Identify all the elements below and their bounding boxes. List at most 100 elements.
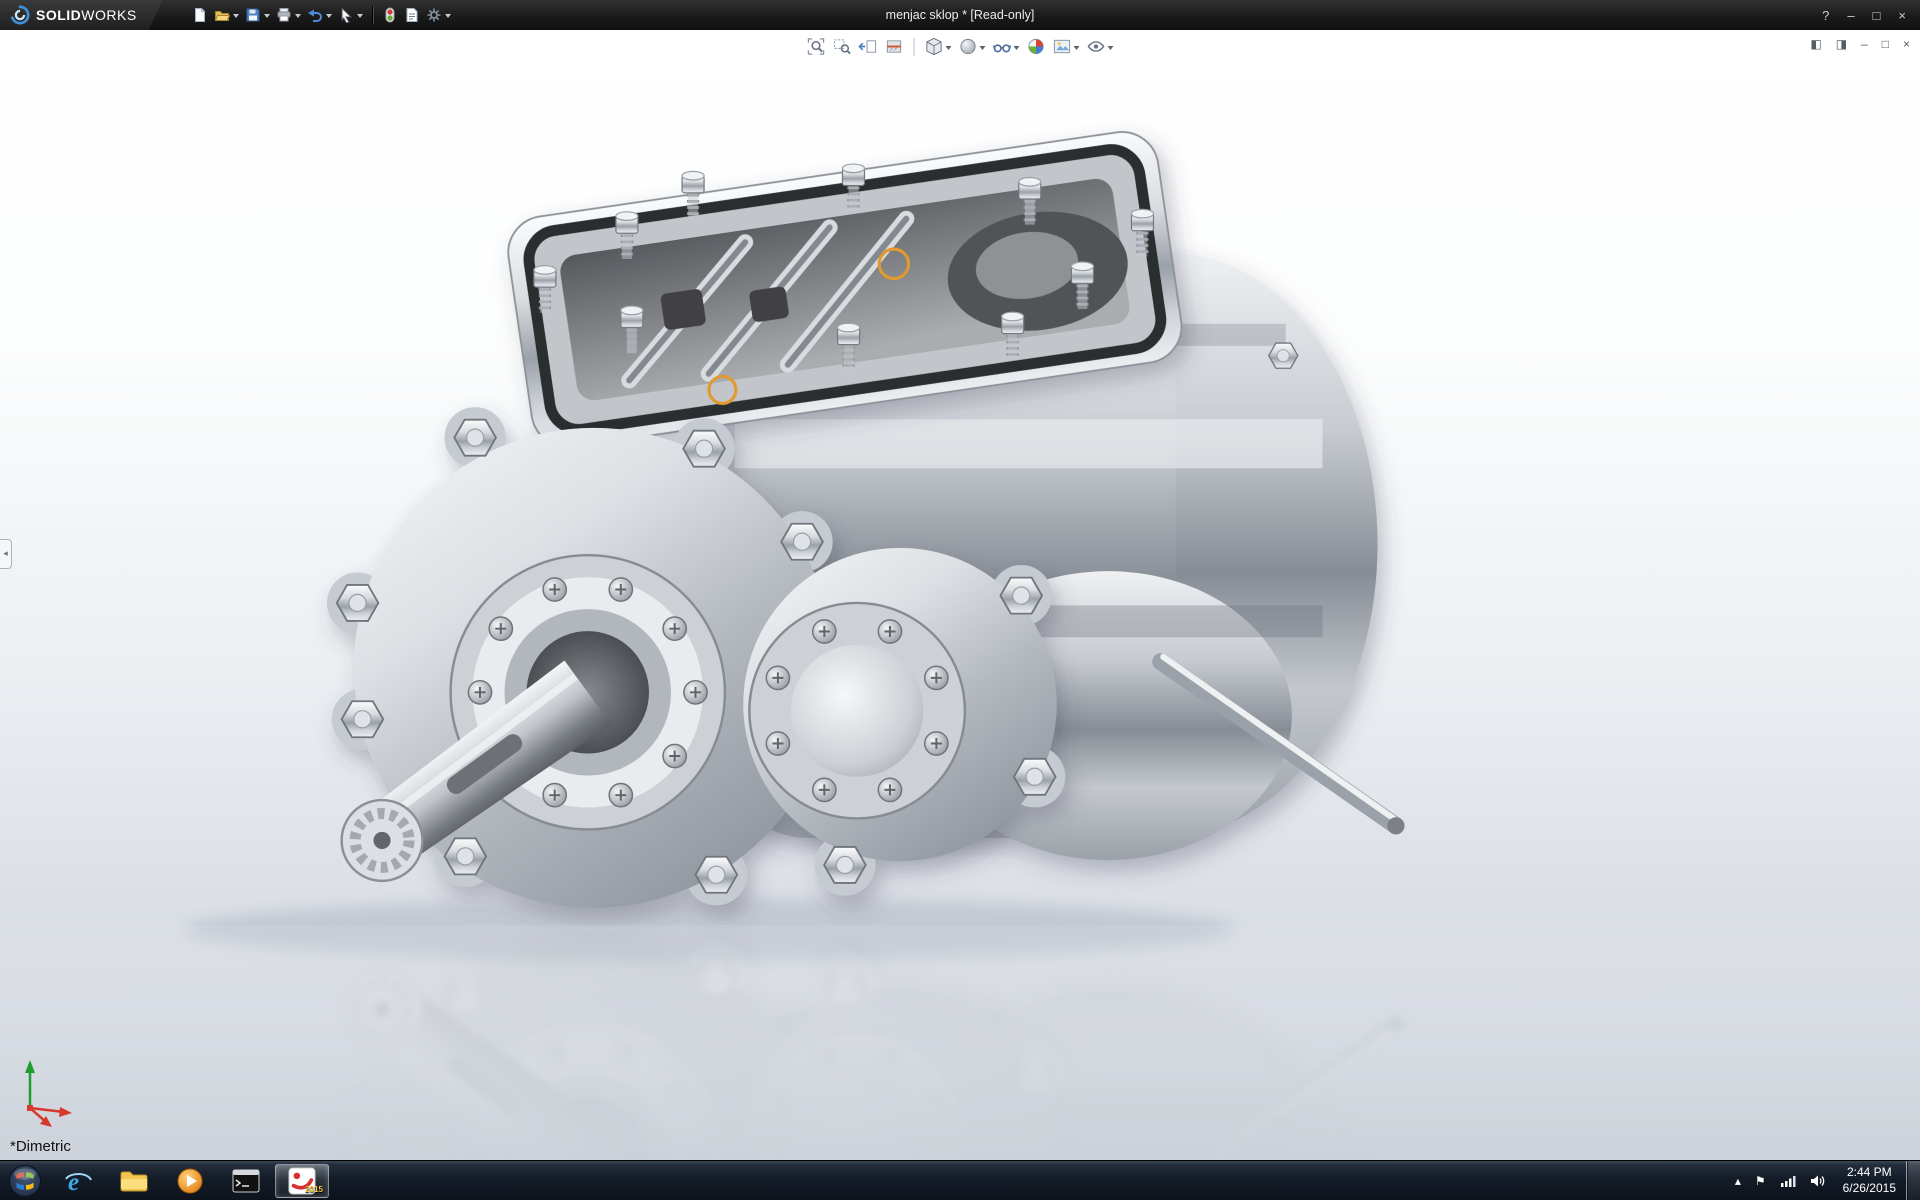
rear-bolt[interactable]: [1269, 343, 1298, 368]
scene-photo-icon: [1053, 37, 1072, 56]
network-bars-icon: [1780, 1174, 1796, 1188]
graphics-viewport[interactable]: ◧ ◨ – □ × ◂ *Dimetric: [0, 30, 1920, 1160]
zoom-to-area-button[interactable]: [831, 35, 854, 58]
options-gear-icon: [426, 7, 442, 23]
clock-time: 2:44 PM: [1843, 1165, 1896, 1181]
new-document-icon: [192, 7, 208, 23]
save-floppy-icon: [245, 7, 261, 23]
reflection-fade: [0, 925, 1920, 1160]
doc-minimize-button[interactable]: –: [1861, 37, 1868, 51]
restore-button[interactable]: □: [1873, 8, 1881, 23]
toolbar-separator: [914, 38, 915, 56]
select-cursor-icon: [338, 7, 354, 23]
open-folder-icon: [214, 7, 230, 23]
show-desktop-button[interactable]: [1906, 1161, 1920, 1200]
apply-scene-button[interactable]: [1051, 35, 1082, 58]
taskbar-item-command-prompt[interactable]: [219, 1164, 273, 1198]
doc-restore-button[interactable]: □: [1882, 37, 1889, 51]
output-flange[interactable]: [749, 603, 965, 818]
chevron-down-icon: [264, 14, 270, 21]
previous-view-icon: [859, 37, 878, 56]
hide-show-items-button[interactable]: [991, 35, 1022, 58]
taskbar-item-media-player[interactable]: [163, 1164, 217, 1198]
logo-text: SOLIDWORKS: [36, 7, 137, 23]
titlebar: SOLIDWORKS: [0, 0, 1920, 30]
rebuild-button[interactable]: [379, 5, 401, 25]
rebuild-traffic-light-icon: [382, 7, 398, 23]
solidworks-window: SOLIDWORKS: [0, 0, 1920, 1200]
section-view-icon: [885, 37, 904, 56]
headsup-view-toolbar: [805, 35, 1116, 58]
chevron-down-icon: [295, 14, 301, 21]
clock-date: 6/26/2015: [1843, 1181, 1896, 1197]
window-controls: ? – □ ×: [1822, 8, 1920, 23]
chevron-down-icon: [445, 14, 451, 21]
edit-appearance-button[interactable]: [1025, 35, 1048, 58]
eye-icon: [1087, 37, 1106, 56]
dassault-swirl-icon: [10, 5, 30, 25]
file-properties-button[interactable]: [401, 5, 423, 25]
taskbar-item-solidworks-2015[interactable]: 2015: [275, 1164, 329, 1198]
view-orientation-label: *Dimetric: [10, 1138, 71, 1155]
print-icon: [276, 7, 292, 23]
zoom-to-area-icon: [833, 37, 852, 56]
view-orientation-button[interactable]: [923, 35, 954, 58]
select-button[interactable]: [335, 5, 366, 25]
pane-right-icon[interactable]: ◨: [1836, 37, 1847, 51]
media-player-icon: [176, 1167, 204, 1195]
volume-icon[interactable]: [1803, 1161, 1833, 1200]
start-button[interactable]: [0, 1161, 50, 1200]
glasses-icon: [993, 37, 1012, 56]
taskbar-item-internet-explorer[interactable]: e: [51, 1164, 105, 1198]
gearbox-model[interactable]: [327, 127, 1405, 908]
hidden-icons-button[interactable]: ▴: [1728, 1161, 1748, 1200]
network-icon[interactable]: [1773, 1161, 1803, 1200]
appearance-ball-icon: [1027, 37, 1046, 56]
zoom-to-fit-icon: [807, 37, 826, 56]
doc-close-button[interactable]: ×: [1903, 37, 1910, 51]
pane-left-icon[interactable]: ◧: [1810, 37, 1821, 51]
undo-arrow-icon: [307, 7, 323, 23]
folder-icon: [119, 1168, 149, 1194]
command-prompt-icon: [232, 1169, 260, 1193]
chevron-down-icon: [233, 14, 239, 21]
standard-toolbar: [189, 5, 454, 25]
section-view-button[interactable]: [883, 35, 906, 58]
chevron-down-icon: [1108, 46, 1114, 53]
document-window-controls: ◧ ◨ – □ ×: [1810, 37, 1910, 51]
x-axis-arrow: [59, 1107, 72, 1117]
print-button[interactable]: [273, 5, 304, 25]
close-button[interactable]: ×: [1898, 8, 1906, 23]
chevron-down-icon: [326, 14, 332, 21]
solidworks-year-badge: 2015: [305, 1185, 323, 1194]
file-properties-icon: [404, 7, 420, 23]
internet-explorer-icon: e: [63, 1166, 93, 1196]
windows-orb-icon: [8, 1164, 42, 1198]
system-tray: ▴ ⚑ 2:44 PM 6/26/2015: [1728, 1161, 1920, 1200]
action-center-flag-icon[interactable]: ⚑: [1748, 1161, 1773, 1200]
new-document-button[interactable]: [189, 5, 211, 25]
model-canvas[interactable]: [0, 30, 1920, 1160]
solidworks-logo: SOLIDWORKS: [0, 0, 163, 30]
view-orientation-cube-icon: [925, 37, 944, 56]
taskbar: e: [0, 1160, 1920, 1200]
help-button[interactable]: ?: [1822, 8, 1829, 23]
options-button[interactable]: [423, 5, 454, 25]
orientation-triad: [10, 1048, 90, 1132]
taskbar-item-windows-explorer[interactable]: [107, 1164, 161, 1198]
panel-collapse-tab[interactable]: ◂: [0, 539, 12, 569]
view-settings-button[interactable]: [1085, 35, 1116, 58]
toolbar-separator: [372, 6, 373, 24]
open-button[interactable]: [211, 5, 242, 25]
zoom-to-fit-button[interactable]: [805, 35, 828, 58]
previous-view-button[interactable]: [857, 35, 880, 58]
minimize-button[interactable]: –: [1847, 8, 1854, 23]
chevron-down-icon: [946, 46, 952, 53]
display-style-button[interactable]: [957, 35, 988, 58]
chevron-down-icon: [980, 46, 986, 53]
chevron-down-icon: [1074, 46, 1080, 53]
undo-button[interactable]: [304, 5, 335, 25]
y-axis-arrow: [25, 1060, 35, 1073]
taskbar-clock[interactable]: 2:44 PM 6/26/2015: [1833, 1165, 1906, 1196]
save-button[interactable]: [242, 5, 273, 25]
